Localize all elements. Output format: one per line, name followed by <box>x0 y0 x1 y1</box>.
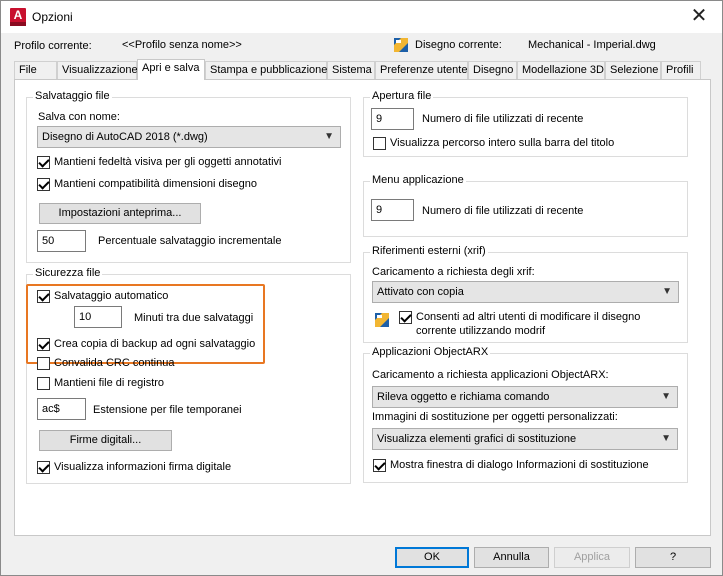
xref-allow-edit-checkbox[interactable]: Consenti ad altri utenti di modificare i… <box>399 311 640 324</box>
signature-info-label: Visualizza informazioni firma digitale <box>54 461 232 473</box>
arx-proxy-value: Visualizza elementi grafici di sostituzi… <box>377 433 577 445</box>
fidelity-label: Mantieni fedeltà visiva per gli oggetti … <box>54 156 282 168</box>
full-path-label: Visualizza percorso intero sulla barra d… <box>390 137 615 149</box>
proxy-dialog-label: Mostra finestra di dialogo Informazioni … <box>390 459 649 471</box>
incremental-input[interactable]: 50 <box>37 230 86 252</box>
fidelity-checkbox[interactable]: Mantieni fedeltà visiva per gli oggetti … <box>37 156 281 169</box>
compat-label: Mantieni compatibilità dimensioni disegn… <box>54 178 258 190</box>
close-icon[interactable]: ✕ <box>682 3 716 29</box>
arx-proxy-label: Immagini di sostituzione per oggetti per… <box>372 411 618 423</box>
xref-allow-line1: Consenti ad altri utenti di modificare i… <box>416 311 641 323</box>
open-group-title: Apertura file <box>370 90 434 102</box>
menu-group-title: Menu applicazione <box>370 174 466 186</box>
checkbox-empty-icon <box>373 137 386 150</box>
xref-demand-label: Caricamento a richiesta degli xrif: <box>372 266 535 278</box>
arx-group-title: Applicazioni ObjectARX <box>370 346 491 358</box>
open-recent-input[interactable]: 9 <box>371 108 414 130</box>
save-group-title: Salvataggio file <box>33 90 112 102</box>
save-as-select[interactable]: Disegno di AutoCAD 2018 (*.dwg) ▼ <box>37 126 341 148</box>
full-path-checkbox[interactable]: Visualizza percorso intero sulla barra d… <box>373 137 614 150</box>
safety-group-title: Sicurezza file <box>33 267 103 279</box>
tab-profili[interactable]: Profili <box>661 61 701 79</box>
help-button[interactable]: ? <box>635 547 711 568</box>
checkbox-checked-icon <box>37 156 50 169</box>
arx-demand-label: Caricamento a richiesta applicazioni Obj… <box>372 369 609 381</box>
incremental-label: Percentuale salvataggio incrementale <box>98 235 282 247</box>
current-profile-label: Profilo corrente: <box>14 40 92 52</box>
title-bar[interactable]: A Opzioni ✕ <box>1 1 722 33</box>
tab-disegno[interactable]: Disegno <box>468 61 517 79</box>
chevron-down-icon: ▼ <box>661 391 671 402</box>
tab-sistema[interactable]: Sistema <box>327 61 375 79</box>
log-checkbox[interactable]: Mantieni file di registro <box>37 377 164 390</box>
arx-demand-select[interactable]: Rileva oggetto e richiama comando ▼ <box>372 386 678 408</box>
xref-group-title: Riferimenti esterni (xrif) <box>370 245 488 257</box>
xref-allow-line2: corrente utilizzando modrif <box>416 325 546 337</box>
window-title: Opzioni <box>32 10 73 24</box>
checkbox-checked-icon <box>37 178 50 191</box>
checkbox-checked-icon <box>37 461 50 474</box>
menu-recent-input[interactable]: 9 <box>371 199 414 221</box>
checkbox-empty-icon <box>37 357 50 370</box>
save-as-value: Disegno di AutoCAD 2018 (*.dwg) <box>42 131 208 143</box>
current-drawing-value: Mechanical - Imperial.dwg <box>528 39 656 51</box>
xref-demand-select[interactable]: Attivato con copia ▼ <box>372 281 679 303</box>
tab-modellazione-3d[interactable]: Modellazione 3D <box>517 61 605 79</box>
checkbox-checked-icon <box>399 311 412 324</box>
log-label: Mantieni file di registro <box>54 377 165 389</box>
checkbox-empty-icon <box>37 377 50 390</box>
digital-signatures-button[interactable]: Firme digitali... <box>39 430 172 451</box>
tab-visualizzazione[interactable]: Visualizzazione <box>57 61 138 79</box>
proxy-dialog-checkbox[interactable]: Mostra finestra di dialogo Informazioni … <box>373 459 649 472</box>
chevron-down-icon: ▼ <box>661 433 671 444</box>
tab-stampa-e-pubblicazione[interactable]: Stampa e pubblicazione <box>205 61 327 79</box>
arx-demand-value: Rileva oggetto e richiama comando <box>377 391 550 403</box>
current-drawing-label: Disegno corrente: <box>415 39 502 51</box>
temp-ext-input[interactable]: ac$ <box>37 398 86 420</box>
checkbox-checked-icon <box>373 459 386 472</box>
current-profile-value: <<Profilo senza nome>> <box>122 39 242 51</box>
xref-edit-icon <box>375 313 389 327</box>
tab-file[interactable]: File <box>14 61 57 79</box>
tab-apri-e-salva[interactable]: Apri e salva <box>137 59 205 80</box>
autocad-logo-icon: A <box>10 8 26 26</box>
crc-checkbox[interactable]: Convalida CRC continua <box>37 357 174 370</box>
chevron-down-icon: ▼ <box>324 131 334 142</box>
highlight-frame <box>26 284 265 364</box>
temp-ext-label: Estensione per file temporanei <box>93 404 242 416</box>
menu-recent-label: Numero di file utilizzati di recente <box>422 205 584 217</box>
arx-proxy-select[interactable]: Visualizza elementi grafici di sostituzi… <box>372 428 678 450</box>
save-as-label: Salva con nome: <box>38 111 120 123</box>
thumbnail-settings-button[interactable]: Impostazioni anteprima... <box>39 203 201 224</box>
cancel-button[interactable]: Annulla <box>474 547 549 568</box>
tab-preferenze-utente[interactable]: Preferenze utente <box>375 61 468 79</box>
signature-info-checkbox[interactable]: Visualizza informazioni firma digitale <box>37 461 231 474</box>
options-dialog: A Opzioni ✕ Profilo corrente: <<Profilo … <box>0 0 723 576</box>
chevron-down-icon: ▼ <box>662 286 672 297</box>
xref-demand-value: Attivato con copia <box>377 286 464 298</box>
ok-button[interactable]: OK <box>395 547 469 568</box>
tab-selezione[interactable]: Selezione <box>605 61 661 79</box>
drawing-icon <box>394 38 408 52</box>
crc-label: Convalida CRC continua <box>54 357 175 369</box>
open-recent-label: Numero di file utilizzati di recente <box>422 113 584 125</box>
compat-checkbox[interactable]: Mantieni compatibilità dimensioni disegn… <box>37 178 257 191</box>
apply-button[interactable]: Applica <box>554 547 630 568</box>
